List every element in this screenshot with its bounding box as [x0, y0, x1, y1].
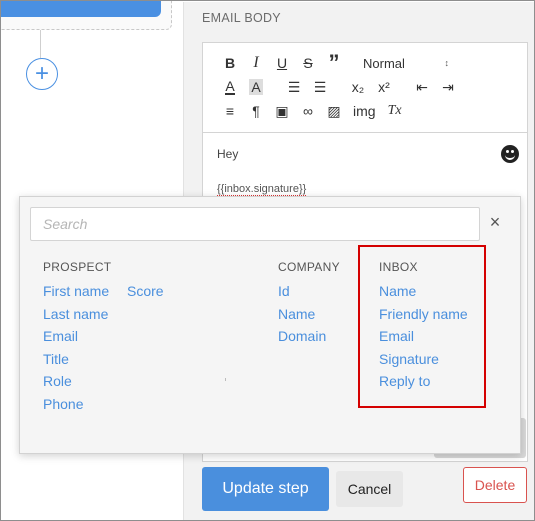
align-button[interactable]: ≡ [217, 100, 243, 122]
text-direction-button[interactable]: ¶ [243, 100, 269, 122]
variable-item[interactable]: Email [43, 328, 109, 351]
cancel-button[interactable]: Cancel [336, 471, 403, 507]
link-button[interactable]: ∞ [295, 100, 321, 122]
indent-icon: ⇥ [442, 78, 454, 95]
outdent-icon: ⇤ [416, 78, 428, 95]
variable-item[interactable]: Domain [278, 328, 326, 351]
text-color-button[interactable]: A [217, 76, 243, 98]
text-color-icon: A [225, 78, 235, 95]
bullet-list-icon: ☰ [313, 78, 327, 95]
signature-variable: {{inbox.signature}} [217, 183, 307, 196]
align-icon: ≡ [225, 103, 235, 119]
editor-content[interactable]: Hey {{inbox.signature}} [203, 133, 527, 205]
superscript-button[interactable]: x² [371, 76, 397, 98]
text-direction-icon: ¶ [252, 103, 260, 119]
blockquote-button[interactable]: ” [321, 52, 347, 74]
close-icon[interactable]: × [486, 213, 504, 231]
italic-button[interactable]: I [243, 52, 269, 74]
variable-item[interactable]: Role [43, 373, 109, 396]
subscript-button[interactable]: x₂ [345, 76, 371, 98]
variable-search-input[interactable] [30, 207, 480, 241]
variable-item[interactable]: Last name [43, 306, 109, 329]
ordered-list-icon: ☰ [287, 78, 301, 95]
inbox-highlight-box [358, 245, 486, 408]
clear-format-icon: Tx [387, 103, 402, 118]
chevron-up-down-icon: ↕ [444, 58, 450, 68]
img-tag-button[interactable]: img [347, 103, 382, 119]
add-step-button[interactable]: + [26, 58, 58, 90]
emoji-icon[interactable] [501, 145, 519, 163]
highlight-icon: A [249, 79, 263, 95]
bullet-list-button[interactable]: ☰ [307, 76, 333, 98]
body-signature-line: {{inbox.signature}} [217, 183, 513, 196]
toolbar-row-3: ≡ ¶ ▣ ∞ ▨ img Tx [217, 99, 515, 123]
underline-button[interactable]: U [269, 52, 295, 74]
stray-mark [225, 378, 226, 381]
save-button[interactable]: ▣ [269, 100, 295, 122]
variable-item[interactable]: Name [278, 306, 326, 329]
format-select[interactable]: Normal ↕ [363, 52, 449, 74]
superscript-icon: x² [378, 79, 390, 95]
app-window: + EMAIL BODY B I U S ” Normal ↕ A A ☰ ☰ … [0, 0, 535, 521]
indent-button[interactable]: ⇥ [435, 76, 461, 98]
step-card[interactable] [1, 1, 172, 30]
delete-button[interactable]: Delete [463, 467, 527, 503]
clear-format-button[interactable]: Tx [382, 100, 408, 122]
email-body-label: EMAIL BODY [202, 11, 281, 25]
update-step-button[interactable]: Update step [202, 467, 329, 511]
strikethrough-button[interactable]: S [295, 52, 321, 74]
body-greeting: Hey [217, 147, 239, 161]
toolbar-row-1: B I U S ” Normal ↕ [217, 51, 515, 75]
step-connector [40, 30, 41, 58]
variable-item-score[interactable]: Score [127, 283, 164, 306]
variable-picker-popup: × PROSPECT First name Last name Email Ti… [19, 196, 521, 454]
variable-item[interactable]: Phone [43, 396, 109, 419]
subscript-icon: x₂ [351, 79, 365, 95]
toolbar-row-2: A A ☰ ☰ x₂ x² ⇤ ⇥ [217, 75, 515, 99]
company-variable-list: Id Name Domain [278, 283, 326, 351]
image-icon: ▨ [327, 102, 341, 119]
prospect-heading: PROSPECT [43, 260, 112, 274]
highlight-button[interactable]: A [243, 76, 269, 98]
save-icon: ▣ [275, 102, 289, 119]
variable-item[interactable]: First name [43, 283, 109, 306]
step-card-header [1, 1, 161, 17]
ordered-list-button[interactable]: ☰ [281, 76, 307, 98]
variable-item[interactable]: Id [278, 283, 326, 306]
image-button[interactable]: ▨ [321, 100, 347, 122]
editor-toolbar: B I U S ” Normal ↕ A A ☰ ☰ x₂ x² ⇤ ⇥ ≡ ¶… [203, 43, 527, 133]
plus-icon: + [34, 60, 49, 87]
company-heading: COMPANY [278, 260, 340, 274]
format-select-value: Normal [363, 55, 405, 71]
bold-button[interactable]: B [217, 52, 243, 74]
variable-item[interactable]: Title [43, 351, 109, 374]
outdent-button[interactable]: ⇤ [409, 76, 435, 98]
prospect-extra-list: Score [127, 283, 164, 306]
quote-icon: ” [328, 50, 340, 75]
prospect-variable-list: First name Last name Email Title Role Ph… [43, 283, 109, 418]
link-icon: ∞ [303, 103, 313, 119]
